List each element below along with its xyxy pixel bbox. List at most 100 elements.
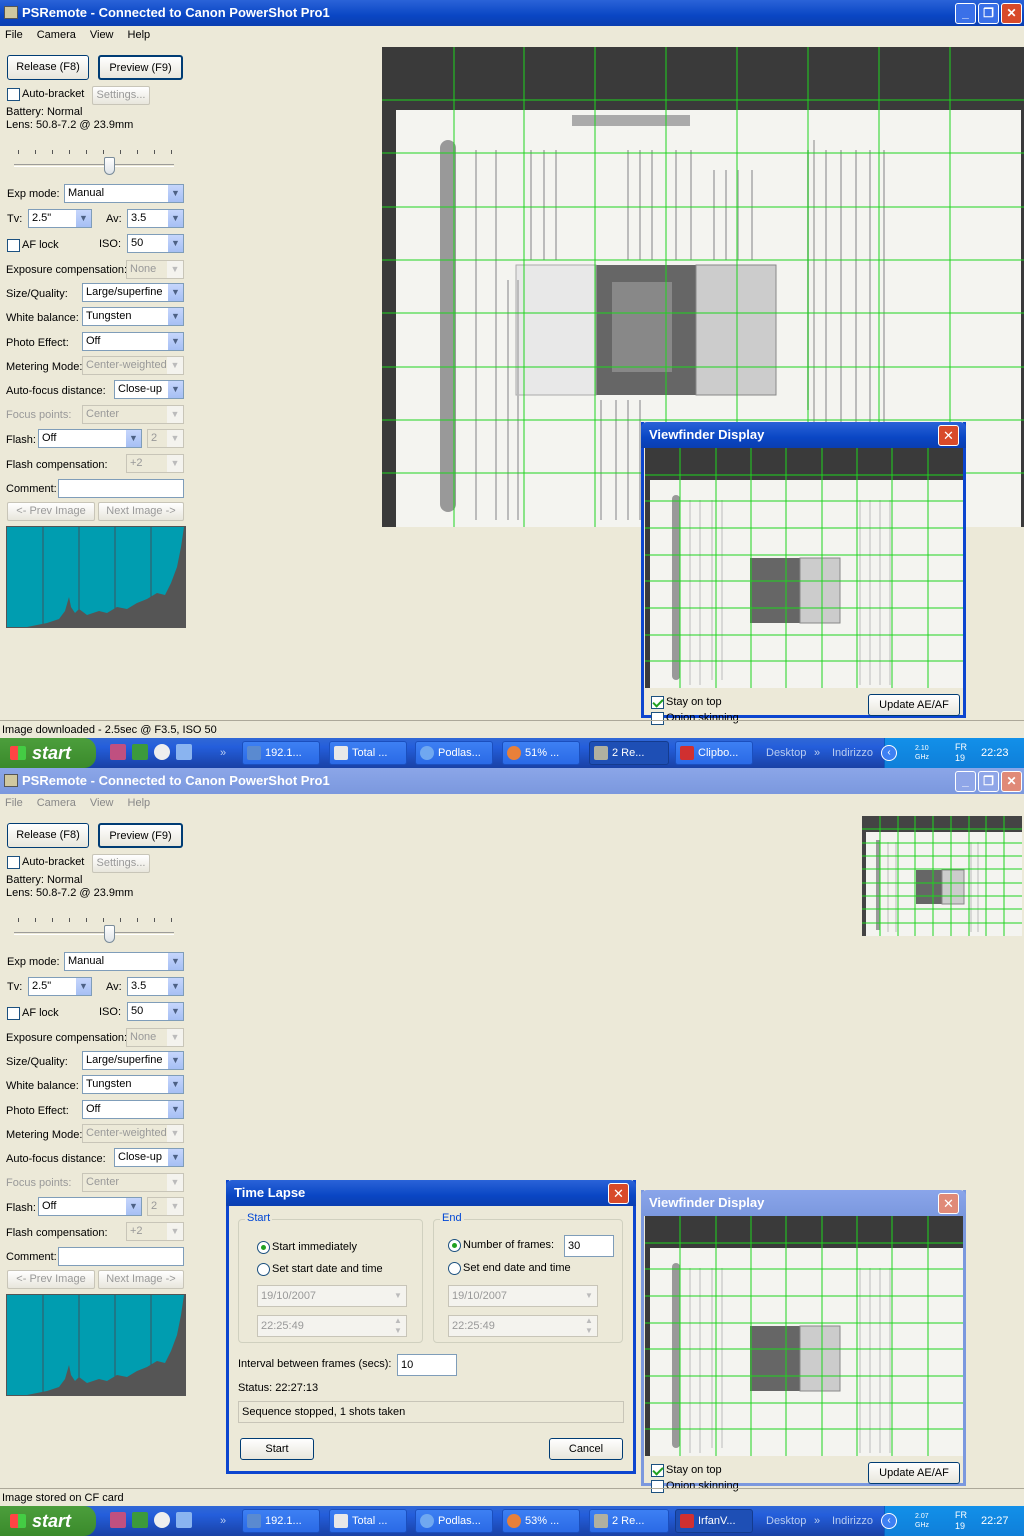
af-lock-checkbox[interactable] [7, 1007, 20, 1020]
tray-arrow-icon[interactable]: ‹ [881, 745, 897, 761]
av-select[interactable]: 3.5 ▼ [127, 977, 184, 996]
next-image-button[interactable]: Next Image -> [98, 1270, 184, 1289]
tv-select[interactable]: 2.5" ▼ [28, 209, 92, 228]
stay-on-top-checkbox[interactable] [651, 1464, 664, 1477]
task-button-5[interactable]: 2 Re... [589, 741, 669, 765]
settings-button[interactable]: Settings... [92, 854, 150, 873]
focus-points-select[interactable]: Center ▼ [82, 405, 184, 424]
exp-comp-select[interactable]: None ▼ [126, 1028, 184, 1047]
exp-mode-select[interactable]: Manual ▼ [64, 952, 184, 971]
preview-button[interactable]: Preview (F9) [98, 55, 183, 80]
size-quality-select[interactable]: Large/superfine ▼ [82, 1051, 184, 1070]
number-of-frames-radio[interactable] [448, 1239, 461, 1252]
update-ae-af-button[interactable]: Update AE/AF [868, 1462, 960, 1484]
menu-file[interactable]: File [5, 797, 23, 809]
close-button[interactable]: ✕ [1001, 3, 1022, 24]
desktop-toolbar[interactable]: Desktop [766, 1506, 806, 1536]
start-date-picker[interactable]: 19/10/2007 ▼ [257, 1285, 407, 1307]
exp-comp-select[interactable]: None ▼ [126, 260, 184, 279]
timelapse-start-button[interactable]: Start [240, 1438, 314, 1460]
iso-select[interactable]: 50 ▼ [127, 1002, 184, 1021]
flash-number-select[interactable]: 2 ▼ [147, 429, 184, 448]
auto-bracket-checkbox[interactable] [7, 856, 20, 869]
task-button-4[interactable]: 51% ... [502, 741, 580, 765]
restore-button[interactable]: ❐ [978, 771, 999, 792]
menu-camera[interactable]: Camera [37, 797, 76, 809]
photo-effect-select[interactable]: Off ▼ [82, 1100, 184, 1119]
flash-number-select[interactable]: 2 ▼ [147, 1197, 184, 1216]
menu-help[interactable]: Help [128, 797, 151, 809]
exp-mode-select[interactable]: Manual ▼ [64, 184, 184, 203]
viewfinder-close-button[interactable]: ✕ [938, 1193, 959, 1214]
address-toolbar[interactable]: Indirizzo [832, 1506, 873, 1536]
task-button-6[interactable]: Clipbo... [675, 741, 753, 765]
af-distance-select[interactable]: Close-up ▼ [114, 1148, 184, 1167]
start-button[interactable]: start [0, 1506, 96, 1536]
quicklaunch-icon-2[interactable] [132, 1512, 148, 1528]
start-immediately-radio[interactable] [257, 1241, 270, 1254]
start-button[interactable]: start [0, 738, 96, 768]
white-balance-select[interactable]: Tungsten ▼ [82, 307, 184, 326]
set-end-radio[interactable] [448, 1262, 461, 1275]
update-ae-af-button[interactable]: Update AE/AF [868, 694, 960, 716]
interval-input[interactable]: 10 [397, 1354, 457, 1376]
zoom-slider-thumb[interactable] [104, 157, 115, 175]
quicklaunch-icon-1[interactable] [110, 744, 126, 760]
ie-icon[interactable] [154, 1512, 170, 1528]
task-button-1[interactable]: 192.1... [242, 1509, 320, 1533]
stay-on-top-checkbox[interactable] [651, 696, 664, 709]
end-date-picker[interactable]: 19/10/2007 ▼ [448, 1285, 598, 1307]
minimize-button[interactable]: _ [955, 3, 976, 24]
comment-input[interactable] [58, 1247, 184, 1266]
number-of-frames-input[interactable]: 30 [564, 1235, 614, 1257]
tv-select[interactable]: 2.5" ▼ [28, 977, 92, 996]
task-button-6[interactable]: IrfanV... [675, 1509, 753, 1533]
menu-view[interactable]: View [90, 29, 114, 41]
focus-points-select[interactable]: Center ▼ [82, 1173, 184, 1192]
task-button-2[interactable]: Total ... [329, 1509, 407, 1533]
quicklaunch-icon-1[interactable] [110, 1512, 126, 1528]
auto-bracket-checkbox[interactable] [7, 88, 20, 101]
ie-icon[interactable] [154, 744, 170, 760]
prev-image-button[interactable]: <- Prev Image [7, 502, 95, 521]
address-toolbar[interactable]: Indirizzo [832, 738, 873, 768]
task-button-3[interactable]: Podlas... [415, 741, 493, 765]
menu-help[interactable]: Help [128, 29, 151, 41]
task-button-2[interactable]: Total ... [329, 741, 407, 765]
quicklaunch-icon-4[interactable] [176, 1512, 192, 1528]
quicklaunch-icon-2[interactable] [132, 744, 148, 760]
desktop-toolbar[interactable]: Desktop [766, 738, 806, 768]
zoom-slider-thumb[interactable] [104, 925, 115, 943]
metering-select[interactable]: Center-weighted ▼ [82, 1124, 184, 1143]
task-button-5[interactable]: 2 Re... [589, 1509, 669, 1533]
iso-select[interactable]: 50 ▼ [127, 234, 184, 253]
quicklaunch-icon-4[interactable] [176, 744, 192, 760]
clock[interactable]: 22:27 [981, 1506, 1009, 1536]
white-balance-select[interactable]: Tungsten ▼ [82, 1075, 184, 1094]
viewfinder-close-button[interactable]: ✕ [938, 425, 959, 446]
af-lock-checkbox[interactable] [7, 239, 20, 252]
close-button[interactable]: ✕ [1001, 771, 1022, 792]
end-time-spinner[interactable]: 22:25:49 ▲ ▼ [448, 1315, 598, 1337]
size-quality-select[interactable]: Large/superfine ▼ [82, 283, 184, 302]
tray-arrow-icon[interactable]: ‹ [881, 1513, 897, 1529]
flash-comp-select[interactable]: +2 ▼ [126, 1222, 184, 1241]
flash-select[interactable]: Off ▼ [38, 1197, 142, 1216]
set-start-radio[interactable] [257, 1263, 270, 1276]
time-lapse-close-button[interactable]: ✕ [608, 1183, 629, 1204]
start-time-spinner[interactable]: 22:25:49 ▲ ▼ [257, 1315, 407, 1337]
task-button-3[interactable]: Podlas... [415, 1509, 493, 1533]
clock[interactable]: 22:23 [981, 738, 1009, 768]
task-button-1[interactable]: 192.1... [242, 741, 320, 765]
preview-button[interactable]: Preview (F9) [98, 823, 183, 848]
menu-view[interactable]: View [90, 797, 114, 809]
comment-input[interactable] [58, 479, 184, 498]
settings-button[interactable]: Settings... [92, 86, 150, 105]
next-image-button[interactable]: Next Image -> [98, 502, 184, 521]
af-distance-select[interactable]: Close-up ▼ [114, 380, 184, 399]
task-button-4[interactable]: 53% ... [502, 1509, 580, 1533]
menu-file[interactable]: File [5, 29, 23, 41]
minimize-button[interactable]: _ [955, 771, 976, 792]
av-select[interactable]: 3.5 ▼ [127, 209, 184, 228]
prev-image-button[interactable]: <- Prev Image [7, 1270, 95, 1289]
